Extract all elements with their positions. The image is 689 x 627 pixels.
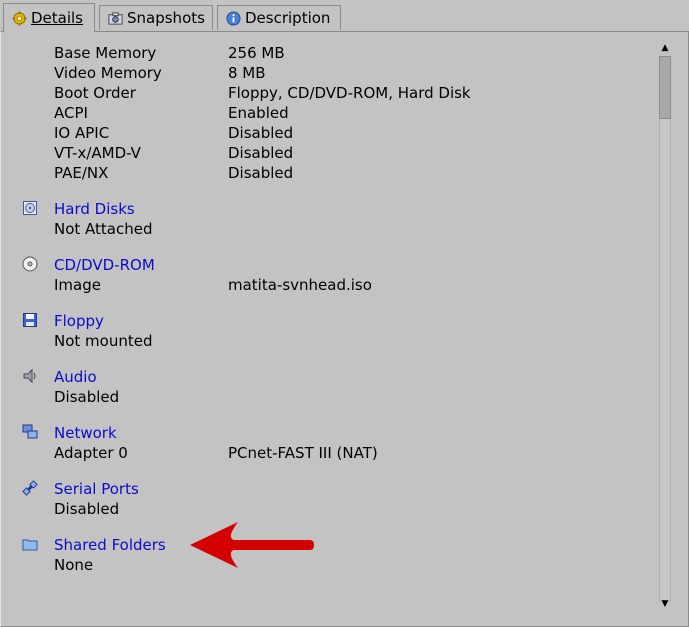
gear-icon: [12, 10, 27, 26]
tab-details-label: Details: [31, 9, 84, 27]
pae-label: PAE/NX: [54, 164, 109, 182]
tab-description[interactable]: Description: [217, 5, 341, 30]
boot-order-label: Boot Order: [54, 84, 136, 102]
base-memory-label: Base Memory: [54, 44, 157, 62]
vertical-scrollbar[interactable]: ▲ ▼: [656, 40, 674, 614]
boot-order-value: Floppy, CD/DVD-ROM, Hard Disk: [228, 84, 471, 102]
floppy-icon: [23, 313, 37, 327]
hard-disks-title[interactable]: Hard Disks: [54, 199, 135, 219]
network-label: Adapter 0: [54, 444, 128, 462]
scroll-down-arrow-icon[interactable]: ▼: [660, 599, 670, 609]
network-title[interactable]: Network: [54, 423, 117, 443]
serial-ports-title[interactable]: Serial Ports: [54, 479, 139, 499]
floppy-status: Not mounted: [54, 332, 153, 350]
video-memory-value: 8 MB: [228, 64, 266, 82]
audio-icon: [23, 368, 36, 384]
serial-port-icon: [22, 480, 38, 496]
io-apic-value: Disabled: [228, 124, 294, 142]
audio-status: Disabled: [54, 388, 120, 406]
vtx-label: VT-x/AMD-V: [54, 144, 141, 162]
tab-snapshots[interactable]: Snapshots: [99, 5, 213, 30]
pae-value: Disabled: [228, 164, 294, 182]
network-icon: [22, 424, 38, 439]
tab-snapshots-label: Snapshots: [127, 9, 205, 27]
base-memory-value: 256 MB: [228, 44, 285, 62]
floppy-title[interactable]: Floppy: [54, 311, 104, 331]
io-apic-label: IO APIC: [54, 124, 110, 142]
cdrom-value: matita-svnhead.iso: [228, 276, 372, 294]
info-icon: [226, 10, 241, 26]
hard-disks-status: Not Attached: [54, 220, 153, 238]
shared-folders-title[interactable]: Shared Folders: [54, 535, 166, 555]
network-value: PCnet-FAST III (NAT): [228, 444, 378, 462]
shared-folders-status: None: [54, 556, 94, 574]
cdrom-label: Image: [54, 276, 101, 294]
tab-bar: Details Snapshots Description: [0, 0, 689, 32]
cdrom-title[interactable]: CD/DVD-ROM: [54, 255, 155, 275]
tab-details[interactable]: Details: [3, 3, 95, 32]
video-memory-label: Video Memory: [54, 64, 162, 82]
acpi-value: Enabled: [228, 104, 289, 122]
camera-icon: [108, 11, 123, 25]
hard-disk-icon: [23, 201, 37, 215]
acpi-label: ACPI: [54, 104, 88, 122]
folder-icon: [22, 539, 38, 551]
audio-title[interactable]: Audio: [54, 367, 97, 387]
scroll-track[interactable]: [659, 56, 671, 601]
cdrom-icon: [22, 256, 38, 272]
tab-description-label: Description: [245, 9, 331, 27]
scroll-thumb[interactable]: [659, 56, 671, 119]
annotation-arrow: [190, 522, 314, 568]
serial-ports-status: Disabled: [54, 500, 120, 518]
vtx-value: Disabled: [228, 144, 294, 162]
scroll-up-arrow-icon[interactable]: ▲: [660, 43, 670, 53]
